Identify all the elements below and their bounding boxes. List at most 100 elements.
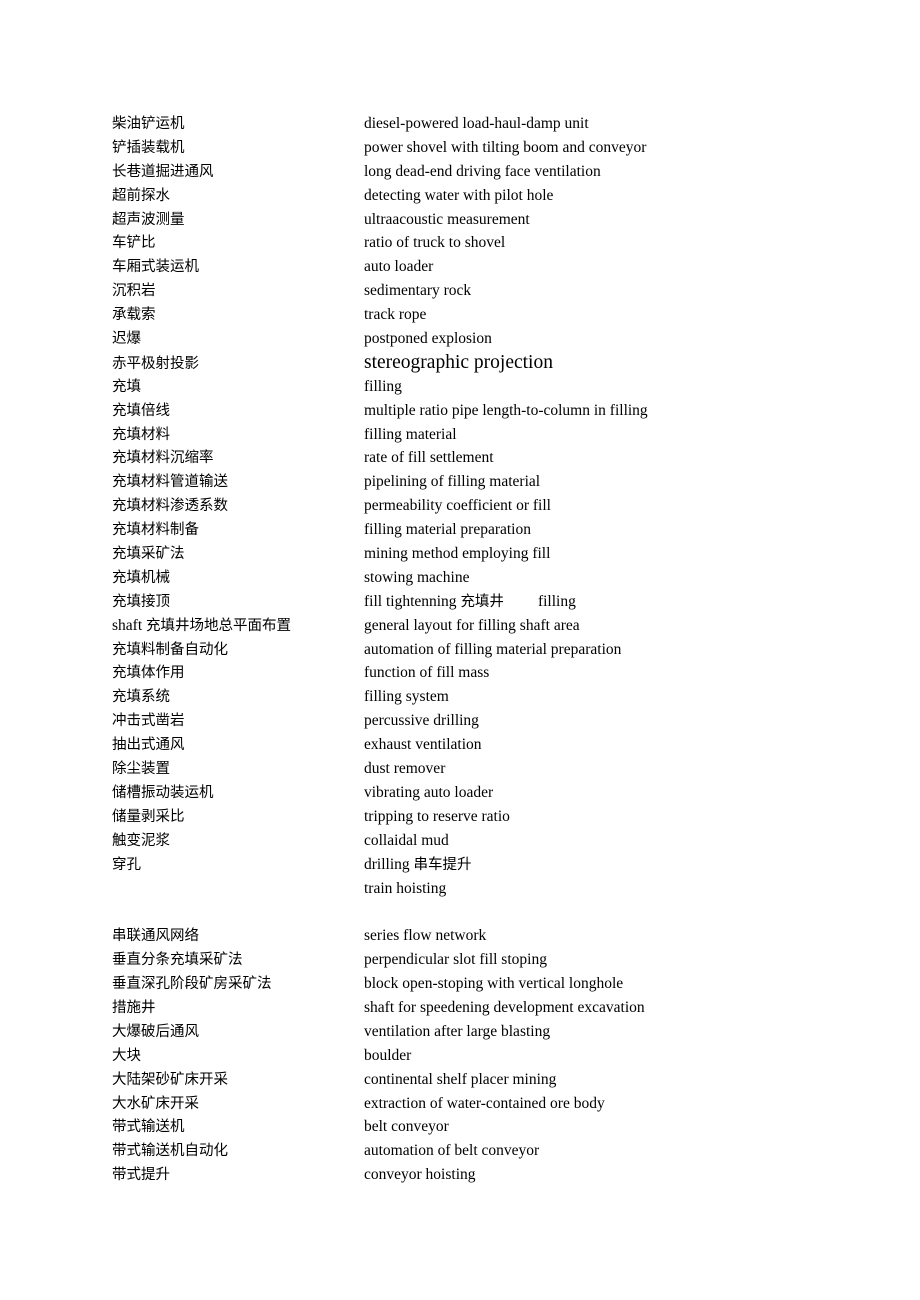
glossary-entry: 冲击式凿岩 percussive drilling bbox=[112, 709, 852, 733]
glossary-term-chinese: 超声波测量 bbox=[112, 209, 364, 233]
glossary-term-chinese: 充填系统 bbox=[112, 686, 364, 710]
glossary-term-chinese: 大陆架砂矿床开采 bbox=[112, 1069, 364, 1093]
glossary-entry: 铲插装载机 power shovel with tilting boom and … bbox=[112, 136, 852, 160]
latin-text-run: pipelining of filling material bbox=[364, 473, 541, 491]
glossary-gloss-english: filling bbox=[364, 375, 852, 399]
glossary-entry: 大爆破后通风 ventilation after large blasting bbox=[112, 1020, 852, 1044]
glossary-term-chinese: 柴油铲运机 bbox=[112, 113, 364, 137]
glossary-entry: 充填料制备自动化 automation of filling material p… bbox=[112, 638, 852, 662]
latin-text-run: block open-stoping with vertical longhol… bbox=[364, 975, 624, 993]
glossary-entry: 充填机械 stowing machine bbox=[112, 566, 852, 590]
latin-text-run: shaft bbox=[112, 616, 147, 634]
glossary-entry: 充填材料渗透系数 permeability coefficient or fill bbox=[112, 494, 852, 518]
cjk-text-run: 沉积岩 bbox=[112, 283, 156, 300]
latin-text-run: dust remover bbox=[364, 760, 446, 778]
glossary-term-chinese: shaft 充填井场地总平面布置 bbox=[112, 614, 364, 639]
cjk-text-run: 超声波测量 bbox=[112, 211, 185, 228]
glossary-entry: 超前探水 detecting water with pilot hole bbox=[112, 184, 852, 208]
cjk-text-run: 充填体作用 bbox=[112, 665, 185, 682]
cjk-text-run: 充填井场地总平面布置 bbox=[146, 617, 292, 634]
cjk-text-run: 大爆破后通风 bbox=[112, 1023, 199, 1040]
glossary-gloss-english: tripping to reserve ratio bbox=[364, 805, 852, 829]
glossary-gloss-english: vibrating auto loader bbox=[364, 781, 852, 805]
glossary-term-chinese: 储槽振动装运机 bbox=[112, 782, 364, 806]
glossary-gloss-english: fill tightenning 充填井 filling bbox=[364, 590, 852, 615]
latin-text-run: tripping to reserve ratio bbox=[364, 807, 510, 825]
glossary-gloss-english: auto loader bbox=[364, 255, 852, 279]
glossary-entry: 带式提升 conveyor hoisting bbox=[112, 1163, 852, 1187]
latin-text-run: automation of filling material preparati… bbox=[364, 640, 622, 658]
glossary-term-chinese: 充填材料管道输送 bbox=[112, 471, 364, 495]
glossary-term-chinese: 措施井 bbox=[112, 997, 364, 1021]
latin-text-run: automation of belt conveyor bbox=[364, 1142, 540, 1160]
cjk-text-run: 抽出式通风 bbox=[112, 737, 185, 754]
glossary-gloss-english: belt conveyor bbox=[364, 1115, 852, 1139]
glossary-gloss-english: filling system bbox=[364, 685, 852, 709]
cjk-text-run: 铲插装载机 bbox=[112, 139, 185, 156]
glossary-term-chinese: 垂直深孔阶段矿房采矿法 bbox=[112, 973, 364, 997]
glossary-entry: 大水矿床开采 extraction of water-contained ore … bbox=[112, 1092, 852, 1116]
glossary-term-chinese: 冲击式凿岩 bbox=[112, 710, 364, 734]
glossary-term-chinese: 超前探水 bbox=[112, 185, 364, 209]
glossary-gloss-english: power shovel with tilting boom and conve… bbox=[364, 136, 852, 160]
latin-text-run: filling bbox=[537, 592, 576, 610]
glossary-gloss-english: automation of filling material preparati… bbox=[364, 638, 852, 662]
latin-text-run: stereographic projection bbox=[364, 351, 553, 373]
latin-text-run: general layout for filling shaft area bbox=[364, 616, 580, 634]
glossary-entry: 除尘装置 dust remover bbox=[112, 757, 852, 781]
cjk-text-run: 垂直分条充填采矿法 bbox=[112, 952, 243, 969]
cjk-text-run: 措施井 bbox=[112, 999, 156, 1016]
latin-text-run: boulder bbox=[364, 1046, 412, 1064]
cjk-text-run: 充填采矿法 bbox=[112, 546, 185, 563]
glossary-entry: 充填材料 filling material bbox=[112, 423, 852, 447]
cjk-text-run: 串车提升 bbox=[413, 856, 472, 873]
latin-text-run: conveyor hoisting bbox=[364, 1166, 476, 1184]
glossary-entry: 措施井 shaft for speedening development exca… bbox=[112, 996, 852, 1020]
glossary-entry: 超声波测量 ultraacoustic measurement bbox=[112, 208, 852, 232]
cjk-text-run: 充填井 bbox=[460, 593, 504, 610]
latin-text-run: multiple ratio pipe length-to-column in … bbox=[364, 401, 648, 419]
glossary-term-chinese: 赤平极射投影 bbox=[112, 353, 364, 377]
glossary-gloss-english: shaft for speedening development excavat… bbox=[364, 996, 852, 1020]
latin-text-run: sedimentary rock bbox=[364, 282, 472, 300]
glossary-term-chinese: 充填体作用 bbox=[112, 662, 364, 686]
latin-text-run: ventilation after large blasting bbox=[364, 1022, 551, 1040]
glossary-entry: shaft 充填井场地总平面布置 general layout for filli… bbox=[112, 614, 852, 638]
glossary-term-chinese: 充填接顶 bbox=[112, 591, 364, 615]
glossary-gloss-english: boulder bbox=[364, 1044, 852, 1068]
latin-text-run: belt conveyor bbox=[364, 1118, 449, 1136]
latin-text-run: auto loader bbox=[364, 258, 434, 276]
glossary-entry: 带式输送机 belt conveyor bbox=[112, 1115, 852, 1139]
glossary-gloss-english: conveyor hoisting bbox=[364, 1163, 852, 1187]
glossary-gloss-english: perpendicular slot fill stoping bbox=[364, 948, 852, 972]
latin-text-run: perpendicular slot fill stoping bbox=[364, 951, 547, 969]
glossary-gloss-english: train hoisting bbox=[364, 877, 852, 901]
glossary-entry-list: 柴油铲运机 diesel-powered load-haul-damp unit 铲… bbox=[112, 112, 852, 1187]
glossary-entry: 充填体作用 function of fill mass bbox=[112, 661, 852, 685]
glossary-entry: 储槽振动装运机 vibrating auto loader bbox=[112, 781, 852, 805]
glossary-gloss-english: permeability coefficient or fill bbox=[364, 494, 852, 518]
latin-text-run: filling bbox=[364, 377, 402, 395]
latin-text-run: detecting water with pilot hole bbox=[364, 186, 554, 204]
latin-text-run: exhaust ventilation bbox=[364, 736, 482, 754]
cjk-text-run: 车厢式装运机 bbox=[112, 259, 199, 276]
cjk-text-run: 充填 bbox=[112, 378, 141, 395]
cjk-text-run: 车铲比 bbox=[112, 235, 156, 252]
blank-separator-line bbox=[112, 900, 852, 924]
glossary-term-chinese: 穿孔 bbox=[112, 854, 364, 878]
glossary-entry: 充填材料管道输送 pipelining of filling material bbox=[112, 470, 852, 494]
latin-text-run: extraction of water-contained ore body bbox=[364, 1094, 605, 1112]
cjk-text-run: 除尘装置 bbox=[112, 761, 170, 778]
glossary-gloss-english: general layout for filling shaft area bbox=[364, 614, 852, 638]
cjk-text-run: 充填料制备自动化 bbox=[112, 641, 228, 658]
glossary-term-chinese: 抽出式通风 bbox=[112, 734, 364, 758]
glossary-term-chinese: 带式输送机 bbox=[112, 1116, 364, 1140]
glossary-term-chinese: 触变泥浆 bbox=[112, 830, 364, 854]
glossary-gloss-english: exhaust ventilation bbox=[364, 733, 852, 757]
glossary-entry: 充填系统 filling system bbox=[112, 685, 852, 709]
glossary-entry: 充填接顶 fill tightenning 充填井 filling bbox=[112, 590, 852, 614]
latin-text-run: stowing machine bbox=[364, 568, 470, 586]
glossary-entry: 柴油铲运机 diesel-powered load-haul-damp unit bbox=[112, 112, 852, 136]
latin-text-run: diesel-powered load-haul-damp unit bbox=[364, 115, 589, 132]
latin-text-run: continental shelf placer mining bbox=[364, 1070, 557, 1088]
